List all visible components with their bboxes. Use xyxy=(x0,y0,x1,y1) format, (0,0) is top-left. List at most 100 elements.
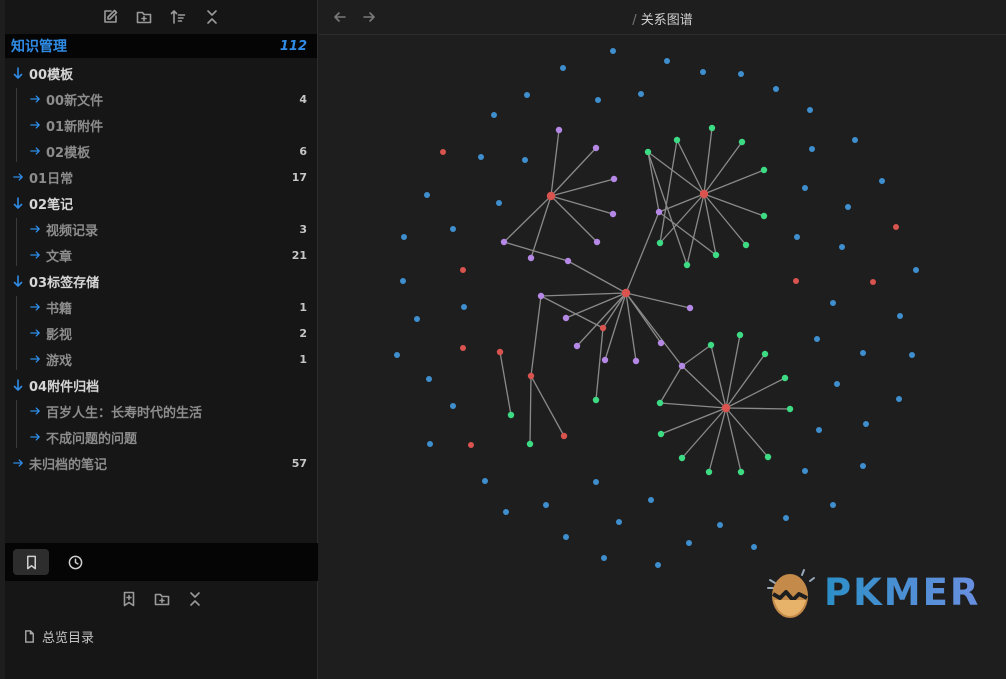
graph-node[interactable] xyxy=(764,453,772,461)
graph-node[interactable] xyxy=(802,185,808,191)
graph-node[interactable] xyxy=(599,324,607,332)
graph-node[interactable] xyxy=(595,97,601,103)
graph-node[interactable] xyxy=(686,540,692,546)
recent-tab[interactable] xyxy=(57,549,93,575)
graph-node[interactable] xyxy=(526,440,534,448)
graph-node[interactable] xyxy=(655,562,661,568)
graph-node[interactable] xyxy=(400,278,406,284)
graph-node[interactable] xyxy=(879,178,885,184)
graph-node[interactable] xyxy=(478,154,484,160)
graph-node[interactable] xyxy=(592,144,600,152)
new-folder-button[interactable] xyxy=(134,7,154,27)
graph-node[interactable] xyxy=(686,304,694,312)
graph-node[interactable] xyxy=(863,421,869,427)
graph-node[interactable] xyxy=(699,189,709,199)
graph-node[interactable] xyxy=(783,515,789,521)
tree-item[interactable]: 游戏 1 xyxy=(5,346,317,372)
graph-node[interactable] xyxy=(560,432,568,440)
graph-node[interactable] xyxy=(655,208,663,216)
graph-node[interactable] xyxy=(527,372,535,380)
graph-node[interactable] xyxy=(700,69,706,75)
graph-node[interactable] xyxy=(555,126,563,134)
graph-node[interactable] xyxy=(852,137,858,143)
graph-node[interactable] xyxy=(664,58,670,64)
graph-node[interactable] xyxy=(913,267,919,273)
graph-node[interactable] xyxy=(656,239,664,247)
graph-node[interactable] xyxy=(507,411,515,419)
graph-node[interactable] xyxy=(816,427,822,433)
graph-node[interactable] xyxy=(678,454,686,462)
graph-node[interactable] xyxy=(830,300,836,306)
graph-node[interactable] xyxy=(751,544,757,550)
graph-node[interactable] xyxy=(500,238,508,246)
graph-node[interactable] xyxy=(657,339,665,347)
graph-node[interactable] xyxy=(678,362,686,370)
graph-node[interactable] xyxy=(524,92,530,98)
graph-node[interactable] xyxy=(610,175,618,183)
graph-node[interactable] xyxy=(708,124,716,132)
graph-node[interactable] xyxy=(705,468,713,476)
graph-node[interactable] xyxy=(736,331,744,339)
graph-node[interactable] xyxy=(673,136,681,144)
graph-node[interactable] xyxy=(491,112,497,118)
graph-node[interactable] xyxy=(496,200,502,206)
graph-node[interactable] xyxy=(616,519,622,525)
graph-node[interactable] xyxy=(632,357,640,365)
collapse-all-button[interactable] xyxy=(202,7,222,27)
graph-node[interactable] xyxy=(845,204,851,210)
graph-node[interactable] xyxy=(893,224,899,230)
graph-node[interactable] xyxy=(546,191,556,201)
graph-node[interactable] xyxy=(807,107,813,113)
graph-node[interactable] xyxy=(707,341,715,349)
tree-item[interactable]: 视频记录 3 xyxy=(5,216,317,242)
graph-node[interactable] xyxy=(573,342,581,350)
graph-node[interactable] xyxy=(562,314,570,322)
graph-node[interactable] xyxy=(482,478,488,484)
graph-node[interactable] xyxy=(897,313,903,319)
graph-node[interactable] xyxy=(738,71,744,77)
graph-node[interactable] xyxy=(786,405,794,413)
graph-node[interactable] xyxy=(527,254,535,262)
sort-button[interactable] xyxy=(168,7,188,27)
graph-node[interactable] xyxy=(543,502,549,508)
graph-node[interactable] xyxy=(496,348,504,356)
tree-item[interactable]: 书籍 1 xyxy=(5,294,317,320)
tree-item[interactable]: 不成问题的问题 xyxy=(5,424,317,450)
add-bookmark-button[interactable] xyxy=(119,589,139,609)
graph-node[interactable] xyxy=(814,336,820,342)
graph-node[interactable] xyxy=(657,430,665,438)
tree-folder[interactable]: 01日常 17 xyxy=(5,164,317,190)
graph-node[interactable] xyxy=(794,234,800,240)
graph-node[interactable] xyxy=(781,374,789,382)
collapse-bookmarks-button[interactable] xyxy=(185,589,205,609)
graph-node[interactable] xyxy=(644,148,652,156)
graph-node[interactable] xyxy=(712,251,720,259)
tree-item[interactable]: 影视 2 xyxy=(5,320,317,346)
graph-node[interactable] xyxy=(394,352,400,358)
graph-node[interactable] xyxy=(830,502,836,508)
graph-node[interactable] xyxy=(560,65,566,71)
graph-node[interactable] xyxy=(742,241,750,249)
graph-node[interactable] xyxy=(593,479,599,485)
graph-node[interactable] xyxy=(601,555,607,561)
graph-node[interactable] xyxy=(426,376,432,382)
tree-item[interactable]: 文章 21 xyxy=(5,242,317,268)
graph-node[interactable] xyxy=(414,316,420,322)
graph-node[interactable] xyxy=(440,149,446,155)
graph-node[interactable] xyxy=(738,138,746,146)
graph-node[interactable] xyxy=(760,212,768,220)
graph-node[interactable] xyxy=(563,534,569,540)
graph-node[interactable] xyxy=(593,238,601,246)
graph-node[interactable] xyxy=(522,157,528,163)
graph-node[interactable] xyxy=(460,345,466,351)
graph-node[interactable] xyxy=(460,267,466,273)
graph-node[interactable] xyxy=(760,166,768,174)
graph-node[interactable] xyxy=(721,403,731,413)
bookmark-item[interactable]: 总览目录 xyxy=(23,626,94,646)
graph-node[interactable] xyxy=(609,210,617,218)
graph-node[interactable] xyxy=(564,257,572,265)
tree-folder[interactable]: 未归档的笔记 57 xyxy=(5,450,317,476)
graph-node[interactable] xyxy=(610,48,616,54)
graph-node[interactable] xyxy=(537,292,545,300)
graph-node[interactable] xyxy=(401,234,407,240)
